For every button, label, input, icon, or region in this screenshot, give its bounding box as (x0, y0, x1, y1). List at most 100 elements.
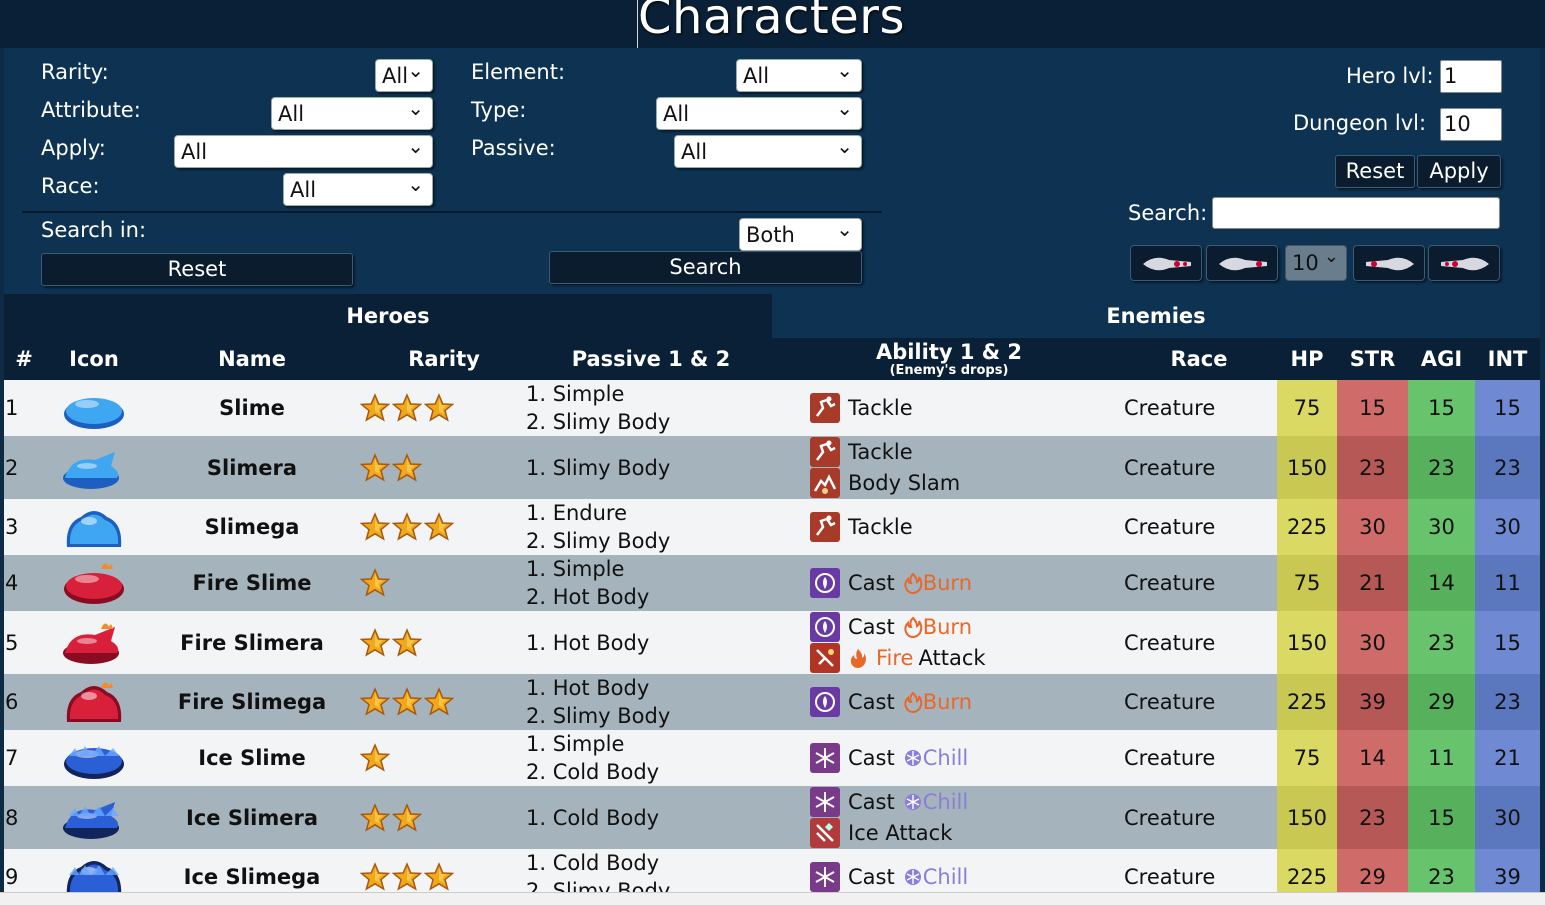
row-number: 5 (5, 630, 19, 655)
col-rarity[interactable]: Rarity (394, 338, 494, 380)
passive-item[interactable]: 1. Simple (526, 730, 624, 758)
table-row[interactable]: 8 Ice Slimera 1. Cold Body Cast Chill Ice Att… (4, 786, 1540, 849)
passive-item[interactable]: 1. Simple (526, 380, 624, 408)
blue-slimera-icon (63, 451, 119, 489)
row-name[interactable]: Fire Slime (162, 555, 342, 611)
wing-left-icon (1219, 257, 1267, 271)
row-number: 6 (5, 690, 19, 714)
passive-item[interactable]: 2. Slimy Body (526, 702, 670, 730)
row-agi: 23 (1408, 436, 1475, 499)
cast-icon-glyph (815, 692, 835, 712)
double-wing-left-icon (1143, 257, 1191, 271)
dungeon-level-input[interactable]: 10 (1440, 108, 1502, 141)
passive-item[interactable]: 1. Cold Body (526, 804, 659, 832)
row-abilities: Cast Burn (810, 674, 1110, 730)
last-page-button[interactable] (1428, 245, 1500, 281)
chill-icon (904, 750, 921, 766)
status-label: Chill (922, 745, 969, 770)
cast-icon (810, 687, 840, 717)
row-name[interactable]: Fire Slimera (162, 611, 342, 674)
passive-item[interactable]: 1. Simple (526, 555, 624, 583)
hero-level-label: Hero lvl: (1346, 64, 1434, 88)
col-int[interactable]: INT (1475, 338, 1540, 380)
status-label: Chill (922, 789, 969, 814)
burn-icon (904, 616, 922, 638)
tab-enemies[interactable]: Enemies (772, 294, 1540, 338)
tab-heroes[interactable]: Heroes (4, 294, 772, 338)
attribute-select[interactable]: All (271, 94, 433, 130)
col-num[interactable]: # (12, 338, 36, 380)
row-name[interactable]: Fire Slimega (162, 674, 342, 730)
passive-item[interactable]: 1. Slimy Body (526, 454, 670, 482)
passive-item[interactable]: 2. Hot Body (526, 583, 649, 611)
row-name[interactable]: Ice Slimera (162, 786, 342, 849)
table-row[interactable]: 7 Ice Slime 1. Simple 2. Cold Body Cast Chill… (4, 730, 1540, 786)
snowflake-icon-glyph (815, 867, 835, 887)
col-hp[interactable]: HP (1277, 338, 1337, 380)
passive-item[interactable]: 2. Slimy Body (526, 408, 670, 436)
col-race[interactable]: Race (1154, 338, 1244, 380)
passive-item[interactable]: 1. Hot Body (526, 674, 649, 702)
page-size-select[interactable]: 10 (1285, 242, 1347, 281)
fire-attack-icon-glyph (816, 649, 834, 667)
apply-select[interactable]: All (174, 132, 433, 168)
col-passive[interactable]: Passive 1 & 2 (566, 338, 736, 380)
type-select[interactable]: All (656, 94, 862, 130)
table-row[interactable]: 9 Ice Slimega 1. Cold Body 2. Slimy Body Cas… (4, 849, 1540, 892)
star-icon (424, 393, 454, 422)
col-name[interactable]: Name (202, 338, 302, 380)
attribute-label: Attribute: (41, 98, 141, 122)
filter-reset-button[interactable]: Reset (41, 253, 353, 286)
search-in-select[interactable]: Both (739, 215, 862, 251)
next-page-button[interactable] (1353, 245, 1425, 281)
row-rarity (360, 380, 500, 436)
table-search-input[interactable] (1212, 197, 1500, 229)
level-apply-button[interactable]: Apply (1417, 155, 1501, 188)
table-row[interactable]: 3 Slimega 1. Endure 2. Slimy Body Tackle Crea… (4, 499, 1540, 555)
row-int: 21 (1475, 730, 1540, 786)
row-name[interactable]: Slime (162, 380, 342, 436)
star-icon (392, 802, 422, 832)
passive-select[interactable]: All (674, 132, 862, 168)
table-row[interactable]: 1 Slime 1. Simple 2. Slimy Body Tackle Creatu… (4, 380, 1540, 436)
row-race: Creature (1124, 690, 1216, 714)
race-select[interactable]: All (283, 170, 433, 206)
passive-item[interactable]: 1. Endure (526, 499, 627, 527)
ability-name: Cast (848, 864, 895, 889)
table-row[interactable]: 5 Fire Slimera 1. Hot Body Cast Burn Fire Atta… (4, 611, 1540, 674)
table-row[interactable]: 2 Slimera 1. Slimy Body Tackle Body Slam Crea… (4, 436, 1540, 499)
table-row[interactable]: 6 Fire Slimega 1. Hot Body 2. Slimy Body Cas… (4, 674, 1540, 730)
scrollbar[interactable] (1540, 48, 1545, 892)
ability-line: Cast Chill (810, 862, 968, 892)
passive-item[interactable]: 2. Slimy Body (526, 877, 670, 892)
filter-search-button[interactable]: Search (549, 251, 862, 284)
prev-page-button[interactable] (1206, 245, 1278, 281)
row-icon (56, 786, 132, 849)
col-icon[interactable]: Icon (56, 338, 132, 380)
ability-line: Cast Chill (810, 787, 968, 818)
first-page-button[interactable] (1130, 245, 1202, 281)
ability-name: Attack (918, 645, 986, 670)
level-reset-button[interactable]: Reset (1335, 155, 1415, 188)
row-number: 7 (5, 746, 19, 770)
row-name[interactable]: Slimega (162, 499, 342, 555)
row-name[interactable]: Ice Slimega (162, 849, 342, 892)
col-ability[interactable]: Ability 1 & 2 (Enemy's drops) (849, 338, 1049, 378)
row-name[interactable]: Ice Slime (162, 730, 342, 786)
row-str: 29 (1337, 849, 1408, 892)
rarity-select[interactable]: All (375, 56, 433, 92)
col-agi[interactable]: AGI (1408, 338, 1475, 380)
row-str: 23 (1337, 436, 1408, 499)
status-chill: Chill (903, 743, 968, 774)
element-select[interactable]: All (736, 56, 862, 92)
row-icon (56, 611, 132, 674)
passive-item[interactable]: 1. Hot Body (526, 629, 649, 657)
hero-level-input[interactable]: 1 (1440, 60, 1502, 93)
row-name[interactable]: Slimera (162, 436, 342, 499)
table-row[interactable]: 4 Fire Slime 1. Simple 2. Hot Body Cast Burn C… (4, 555, 1540, 611)
passive-item[interactable]: 2. Cold Body (526, 758, 659, 786)
col-str[interactable]: STR (1337, 338, 1408, 380)
passive-item[interactable]: 2. Slimy Body (526, 527, 670, 555)
passive-item[interactable]: 1. Cold Body (526, 849, 659, 877)
ability-line: Tackle (810, 393, 913, 424)
